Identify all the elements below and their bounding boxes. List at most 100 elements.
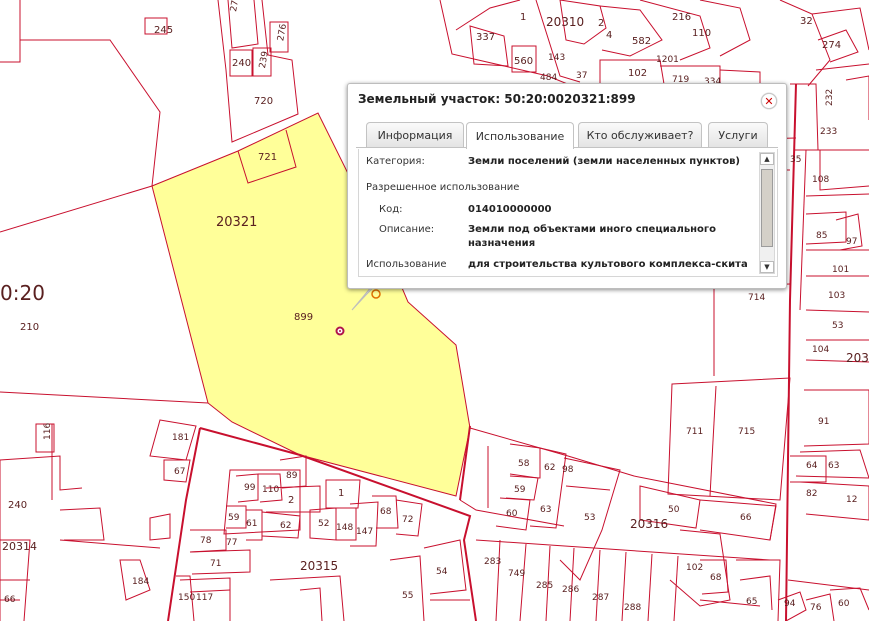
svg-text:63: 63: [828, 461, 839, 471]
svg-text:210: 210: [20, 322, 39, 333]
tab-information[interactable]: Информация: [366, 122, 464, 147]
svg-text:103: 103: [828, 291, 845, 301]
svg-text:82: 82: [806, 489, 817, 499]
svg-text:1: 1: [520, 12, 526, 23]
svg-text:61: 61: [246, 519, 257, 529]
svg-text:117: 117: [196, 593, 213, 603]
parcel-number-899: 899: [294, 312, 313, 323]
svg-text:58: 58: [518, 459, 530, 469]
svg-text:20310: 20310: [546, 15, 584, 29]
svg-text:2: 2: [598, 18, 604, 29]
svg-text:101: 101: [832, 265, 849, 275]
block-label-203: 203: [846, 351, 869, 365]
svg-text:148: 148: [336, 523, 353, 533]
arrow-up-icon: ▲: [764, 155, 770, 163]
svg-text:76: 76: [810, 603, 822, 613]
parcel-info-popup: Земельный участок: 50:20:0020321:899 ✕ И…: [347, 83, 787, 289]
block-label-20316: 20316: [630, 517, 668, 531]
svg-text:62: 62: [544, 463, 555, 473]
svg-text:714: 714: [748, 293, 765, 303]
svg-text:32: 32: [800, 16, 813, 27]
svg-text:711: 711: [686, 427, 703, 437]
svg-text:715: 715: [738, 427, 755, 437]
svg-text:55: 55: [402, 591, 413, 601]
panel-scrollbar[interactable]: ▲ ▼: [759, 152, 775, 274]
svg-text:240: 240: [8, 500, 27, 511]
block-label-20315: 20315: [300, 559, 338, 573]
svg-text:216: 216: [672, 12, 691, 23]
block-label-20321: 20321: [216, 215, 257, 230]
svg-text:232: 232: [825, 89, 835, 106]
svg-text:720: 720: [254, 96, 273, 107]
svg-text:288: 288: [624, 603, 641, 613]
description-value-line1: Земли под объектами иного специального: [468, 224, 717, 235]
svg-text:64: 64: [806, 461, 818, 471]
svg-text:102: 102: [686, 563, 703, 573]
svg-text:65: 65: [746, 597, 757, 607]
svg-text:67: 67: [174, 467, 185, 477]
svg-text:150: 150: [178, 593, 195, 603]
scroll-down-button[interactable]: ▼: [760, 261, 774, 273]
svg-text:110: 110: [262, 485, 279, 495]
svg-text:94: 94: [784, 599, 796, 609]
svg-text:77: 77: [226, 538, 237, 548]
svg-text:35: 35: [790, 155, 801, 165]
svg-text:50: 50: [668, 505, 680, 515]
svg-text:91: 91: [818, 417, 829, 427]
svg-text:484: 484: [540, 73, 557, 83]
block-label-5020: 0:20: [0, 281, 45, 305]
close-icon: ✕: [764, 94, 774, 108]
svg-text:66: 66: [4, 595, 16, 605]
svg-text:285: 285: [536, 581, 553, 591]
svg-text:89: 89: [286, 471, 298, 481]
svg-text:147: 147: [356, 527, 373, 537]
svg-text:337: 337: [476, 32, 495, 43]
tab-services[interactable]: Услуги: [708, 122, 768, 147]
svg-text:143: 143: [548, 53, 565, 63]
svg-text:62: 62: [280, 521, 291, 531]
svg-text:12: 12: [846, 495, 857, 505]
permitted-use-header: Разрешенное использование: [366, 182, 520, 193]
svg-text:286: 286: [562, 585, 579, 595]
svg-text:71: 71: [210, 559, 221, 569]
close-button[interactable]: ✕: [761, 93, 777, 109]
svg-text:85: 85: [816, 231, 827, 241]
description-label: Описание:: [379, 224, 435, 235]
svg-text:2: 2: [288, 495, 294, 506]
usage-value: для строительства культового комплекса-с…: [468, 259, 748, 270]
scroll-up-button[interactable]: ▲: [760, 153, 774, 165]
tab-usage[interactable]: Использование: [466, 122, 574, 149]
svg-text:66: 66: [740, 513, 752, 523]
svg-text:78: 78: [200, 536, 212, 546]
svg-text:68: 68: [380, 507, 392, 517]
svg-text:54: 54: [436, 567, 448, 577]
svg-text:4: 4: [606, 30, 612, 41]
popup-tabs: Информация Использование Кто обслуживает…: [356, 122, 778, 149]
svg-text:721: 721: [258, 152, 277, 163]
code-label: Код:: [379, 204, 403, 215]
svg-text:53: 53: [832, 321, 843, 331]
popup-title: Земельный участок: 50:20:0020321:899: [358, 92, 636, 106]
arrow-down-icon: ▼: [764, 263, 770, 271]
svg-text:63: 63: [540, 505, 551, 515]
svg-text:287: 287: [592, 593, 609, 603]
scroll-thumb[interactable]: [761, 169, 773, 247]
svg-text:68: 68: [710, 573, 722, 583]
svg-text:560: 560: [514, 56, 533, 67]
svg-text:184: 184: [132, 577, 149, 587]
svg-text:97: 97: [846, 237, 857, 247]
svg-text:239: 239: [258, 50, 271, 69]
svg-text:278: 278: [229, 0, 242, 13]
svg-text:749: 749: [508, 569, 525, 579]
svg-text:104: 104: [812, 345, 829, 355]
svg-text:99: 99: [244, 483, 256, 493]
svg-text:102: 102: [628, 68, 647, 79]
svg-text:181: 181: [172, 433, 189, 443]
svg-text:98: 98: [562, 465, 574, 475]
svg-text:52: 52: [318, 519, 329, 529]
svg-text:283: 283: [484, 557, 501, 567]
svg-text:240: 240: [232, 58, 251, 69]
tab-who-serves[interactable]: Кто обслуживает?: [578, 122, 702, 147]
svg-text:59: 59: [228, 513, 240, 523]
usage-label: Использование: [366, 259, 447, 270]
